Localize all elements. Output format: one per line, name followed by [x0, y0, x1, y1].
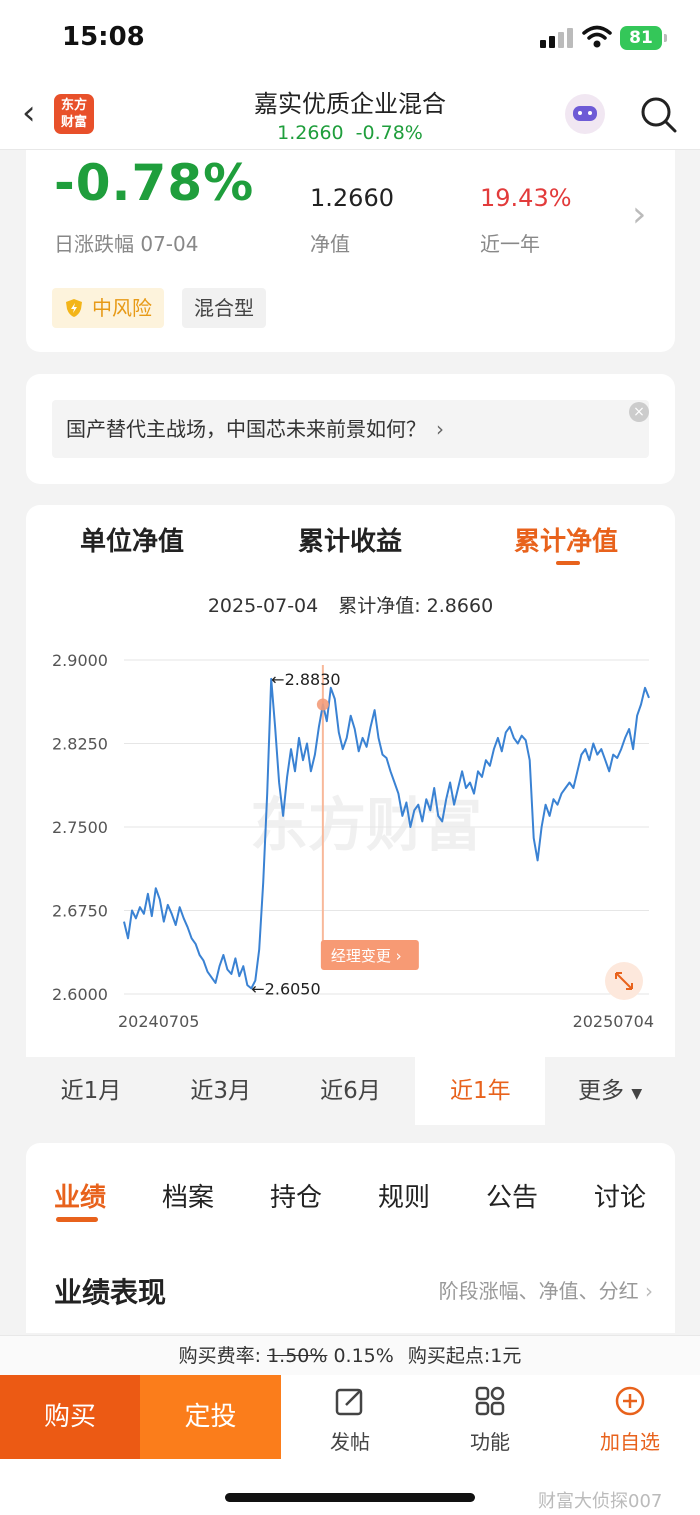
topic-banner[interactable]: 国产替代主战场，中国芯未来前景如何？ ›: [52, 400, 649, 458]
battery-indicator: 81: [620, 26, 667, 50]
nav-change: -0.78%: [355, 122, 423, 144]
wifi-icon: [582, 25, 612, 48]
period-more[interactable]: 更多 ▼: [545, 1057, 675, 1125]
daily-change-label: 日涨跌幅 07-04: [54, 232, 199, 256]
nav-line-chart[interactable]: 东方财富2.90002.82502.75002.67502.6000202407…: [26, 645, 675, 1045]
add-circle-icon: [615, 1386, 645, 1416]
y-tick-label: 2.6000: [52, 985, 108, 1004]
performance-link-text: 阶段涨幅、净值、分红: [438, 1279, 639, 1303]
topic-banner-text: 国产替代主战场，中国芯未来前景如何？: [66, 417, 426, 441]
period-1m[interactable]: 近1月: [26, 1057, 156, 1125]
sip-button[interactable]: 定投: [140, 1375, 281, 1459]
functions-button[interactable]: 功能: [440, 1385, 540, 1455]
daily-change-value: -0.78%: [54, 154, 255, 212]
x-tick-label: 20240705: [118, 1012, 199, 1031]
clock: 15:08: [62, 22, 145, 52]
period-more-label: 更多: [578, 1078, 625, 1104]
period-1y[interactable]: 近1年: [415, 1057, 546, 1125]
topic-banner-card: 国产替代主战场，中国芯未来前景如何？ › ×: [26, 374, 675, 484]
x-tick-label: 20250704: [573, 1012, 654, 1031]
post-label: 发帖: [330, 1430, 370, 1454]
home-indicator[interactable]: [225, 1493, 475, 1502]
active-tab-indicator: [556, 561, 580, 565]
post-button[interactable]: 发帖: [300, 1385, 400, 1455]
tab-cumulative-nav[interactable]: 累计净值: [514, 521, 618, 558]
assistant-robot-icon[interactable]: [565, 94, 605, 134]
tab-performance[interactable]: 业绩: [54, 1177, 106, 1214]
edit-icon: [335, 1388, 363, 1416]
bottom-action-bar: 购买 定投 发帖 功能 加自选: [0, 1375, 700, 1459]
fee-bar: 购买费率: 1.50% 0.15% 购买起点:1元: [0, 1335, 700, 1375]
home-indicator-area: 财富大侦探007: [0, 1459, 700, 1515]
risk-tag: 中风险: [52, 288, 164, 328]
detail-tab-indicator: [56, 1217, 98, 1222]
chart-info-date: 2025-07-04: [207, 595, 319, 617]
one-year-return: 19.43%: [480, 184, 572, 212]
performance-link[interactable]: 阶段涨幅、净值、分红 ›: [439, 1275, 653, 1304]
fee-original: 1.50%: [267, 1345, 328, 1367]
tab-cumulative-return[interactable]: 累计收益: [298, 521, 402, 558]
tab-holdings[interactable]: 持仓: [270, 1177, 322, 1214]
caret-down-icon: ▼: [631, 1086, 643, 1102]
functions-label: 功能: [470, 1430, 510, 1454]
tab-announcements[interactable]: 公告: [486, 1177, 538, 1214]
tab-unit-nav[interactable]: 单位净值: [80, 521, 184, 558]
shield-icon: [66, 299, 82, 317]
cellular-signal-icon: [540, 28, 573, 48]
chevron-right-icon: ›: [436, 417, 444, 441]
period-6m[interactable]: 近6月: [286, 1057, 416, 1125]
period-3m[interactable]: 近3月: [156, 1057, 286, 1125]
chevron-left-icon[interactable]: ‹: [22, 96, 36, 130]
watermark-text: 财富大侦探007: [538, 1491, 663, 1512]
add-watchlist-button[interactable]: 加自选: [580, 1385, 680, 1455]
y-tick-label: 2.9000: [52, 651, 108, 670]
close-icon[interactable]: ×: [629, 402, 649, 422]
status-bar: 15:08 81: [0, 0, 700, 78]
detail-card: 业绩 档案 持仓 规则 公告 讨论 业绩表现 阶段涨幅、净值、分红 ›: [26, 1143, 675, 1333]
tab-rules[interactable]: 规则: [378, 1177, 430, 1214]
y-tick-label: 2.8250: [52, 735, 108, 754]
chevron-right-icon[interactable]: ›: [632, 194, 646, 235]
max-label: ←2.8830: [271, 670, 340, 689]
nav-value-text: 1.2660: [310, 184, 394, 212]
chart-info: 2025-07-04 累计净值: 2.8660: [26, 591, 675, 618]
performance-heading: 业绩表现: [54, 1276, 167, 1309]
chart-card: 单位净值 累计收益 累计净值 2025-07-04 累计净值: 2.8660 东方…: [26, 505, 675, 1125]
nav-value: 1.2660: [277, 122, 344, 144]
fee-label: 购买费率:: [178, 1345, 262, 1367]
buy-button[interactable]: 购买: [0, 1375, 140, 1459]
min-purchase: 购买起点:1元: [407, 1345, 522, 1367]
period-selector: 近1月 近3月 近6月 近1年 更多 ▼: [26, 1057, 675, 1125]
chevron-right-icon: ›: [645, 1279, 653, 1303]
one-year-label: 近一年: [480, 232, 540, 256]
app-logo: 东方 财富: [54, 94, 94, 134]
tab-discussion[interactable]: 讨论: [594, 1177, 646, 1214]
type-tag: 混合型: [182, 288, 266, 328]
add-watchlist-label: 加自选: [600, 1430, 660, 1454]
fee-current: 0.15%: [333, 1345, 394, 1367]
risk-tag-label: 中风险: [92, 296, 152, 320]
event-point: [316, 698, 329, 711]
chart-info-value: 累计净值: 2.8660: [338, 595, 494, 617]
manager-change-label: 经理变更 ›: [331, 947, 402, 965]
nav-label: 净值: [310, 232, 350, 256]
y-tick-label: 2.7500: [52, 818, 108, 837]
fund-summary-card[interactable]: -0.78% 日涨跌幅 07-04 1.2660 净值 19.43% 近一年 ›…: [26, 150, 675, 352]
min-label: ←2.6050: [251, 979, 320, 998]
top-nav: ‹ 东方 财富 嘉实优质企业混合 1.2660 -0.78%: [0, 78, 700, 150]
tab-profile[interactable]: 档案: [162, 1177, 214, 1214]
fund-title: 嘉实优质企业混合: [254, 90, 446, 118]
search-icon[interactable]: [638, 94, 678, 134]
fund-subtitle: 1.2660 -0.78%: [200, 122, 500, 144]
grid-icon: [475, 1386, 505, 1416]
y-tick-label: 2.6750: [52, 902, 108, 921]
